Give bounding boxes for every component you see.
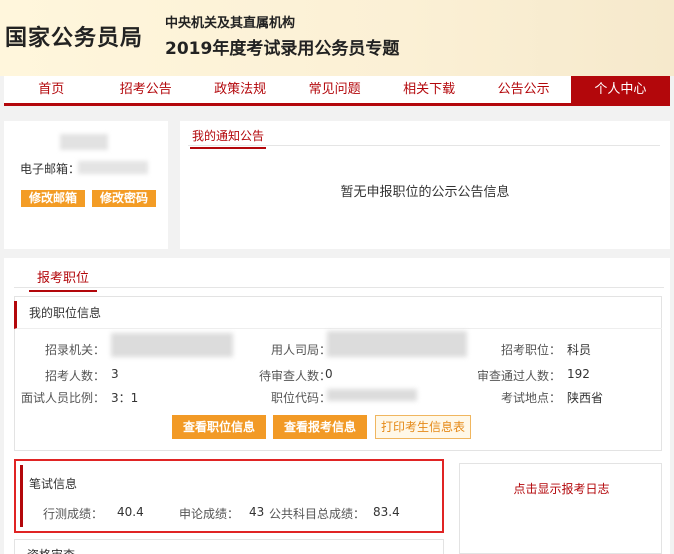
notice-empty-message: 暂无申报职位的公示公告信息 xyxy=(340,185,510,200)
exam-location-label: 考试地点： xyxy=(500,391,561,405)
interview-ratio-value: 3：1 xyxy=(111,391,139,405)
interview-ratio-label: 面试人员比例： xyxy=(20,391,105,405)
edit-password-button[interactable]: 修改密码 xyxy=(92,190,156,207)
nav-item-faq[interactable]: 常见问题 xyxy=(287,76,381,103)
nav-item-downloads[interactable]: 相关下载 xyxy=(382,76,476,103)
pending-count-value: 0 xyxy=(325,367,333,381)
notice-panel: 我的通知公告 暂无申报职位的公示公告信息 xyxy=(180,121,670,249)
tab-applied-position[interactable]: 报考职位 xyxy=(29,267,98,292)
qualification-review-title: 资格审查 xyxy=(27,546,75,554)
qualification-review-section: 资格审查 xyxy=(14,539,444,554)
exam-location-value: 陕西省 xyxy=(567,391,604,405)
position-value: 科员 xyxy=(567,343,592,357)
divider xyxy=(188,145,660,146)
print-candidate-info-button[interactable]: 打印考生信息表 xyxy=(375,415,471,439)
application-panel: 报考职位 我的职位信息 招录机关： 用人司局： 招考职位： 科员 招考人数： 3… xyxy=(4,258,670,554)
bureau-value-redacted xyxy=(327,331,467,357)
total-score-label: 公共科目总成绩： xyxy=(269,507,366,521)
nav-item-announcements[interactable]: 招考公告 xyxy=(98,76,192,103)
view-application-button[interactable]: 查看报考信息 xyxy=(273,415,367,439)
view-position-button[interactable]: 查看职位信息 xyxy=(172,415,266,439)
email-label: 电子邮箱： xyxy=(20,162,81,176)
shenlun-label: 申论成绩： xyxy=(179,507,240,521)
shenlun-value: 43 xyxy=(249,505,265,519)
pending-count-label: 待审查人数： xyxy=(258,369,331,383)
passed-count-label: 审查通过人数： xyxy=(476,369,561,383)
job-info-section: 我的职位信息 招录机关： 用人司局： 招考职位： 科员 招考人数： 3 待审查人… xyxy=(14,296,662,451)
written-exam-inner: 笔试信息 行测成绩： 40.4 申论成绩： 43 公共科目总成绩： 83.4 xyxy=(20,465,438,527)
application-log-section: 点击显示报考日志 xyxy=(459,463,662,554)
written-exam-section: 笔试信息 行测成绩： 40.4 申论成绩： 43 公共科目总成绩： 83.4 xyxy=(14,459,444,533)
xingce-label: 行测成绩： xyxy=(43,507,104,521)
bureau-label: 用人司局： xyxy=(270,343,331,357)
user-name-redacted xyxy=(60,134,108,150)
site-title[interactable]: 国家公务员局 xyxy=(5,20,143,52)
main-nav: 首页 招考公告 政策法规 常见问题 相关下载 公告公示 个人中心 xyxy=(4,76,670,106)
user-panel: 电子邮箱： 修改邮箱 修改密码 xyxy=(4,121,168,249)
written-exam-title: 笔试信息 xyxy=(29,477,78,491)
header-subtitle-agency: 中央机关及其直属机构 xyxy=(165,16,296,31)
nav-item-policies[interactable]: 政策法规 xyxy=(193,76,287,103)
total-score-value: 83.4 xyxy=(373,505,400,519)
recruit-count-value: 3 xyxy=(111,367,119,381)
edit-email-button[interactable]: 修改邮箱 xyxy=(21,190,85,207)
divider xyxy=(14,287,664,288)
passed-count-value: 192 xyxy=(567,367,590,381)
nav-item-publicity[interactable]: 公告公示 xyxy=(476,76,570,103)
email-value-redacted xyxy=(78,161,148,174)
agency-label: 招录机关： xyxy=(44,343,105,357)
recruit-count-label: 招考人数： xyxy=(44,369,105,383)
xingce-value: 40.4 xyxy=(117,505,144,519)
job-info-title: 我的职位信息 xyxy=(14,301,662,329)
position-code-label: 职位代码： xyxy=(270,391,331,405)
position-label: 招考职位： xyxy=(500,343,561,357)
show-application-log-link[interactable]: 点击显示报考日志 xyxy=(460,480,663,497)
nav-item-personal-center[interactable]: 个人中心 xyxy=(570,76,670,103)
position-code-redacted xyxy=(327,389,417,401)
agency-value-redacted xyxy=(111,333,233,357)
nav-item-home[interactable]: 首页 xyxy=(4,76,98,103)
header-subtitle-topic: 2019年度考试录用公务员专题 xyxy=(165,39,400,59)
site-header: 国家公务员局 中央机关及其直属机构 2019年度考试录用公务员专题 xyxy=(0,0,674,76)
